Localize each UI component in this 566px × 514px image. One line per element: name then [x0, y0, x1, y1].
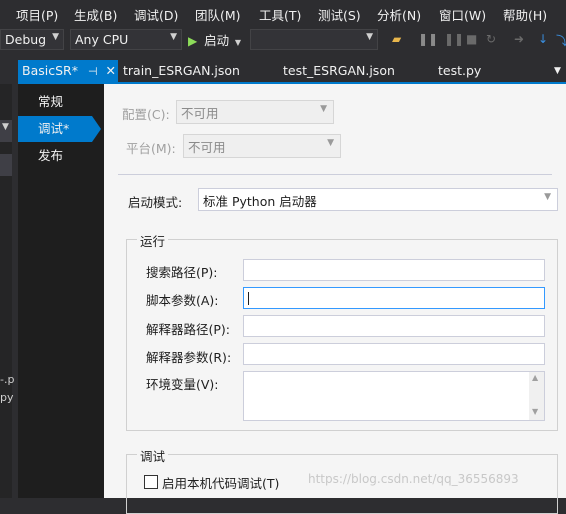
interp-path-input[interactable] — [243, 315, 545, 337]
step-into-icon[interactable]: ↓ — [538, 32, 548, 46]
target-combo[interactable]: ▼ — [250, 29, 378, 50]
tab-test-py[interactable]: test.py — [438, 60, 481, 82]
document-tab-strip: BasicSR* ⊣ ✕ train_ESRGAN.json test_ESRG… — [0, 60, 566, 82]
watermark: https://blog.csdn.net/qq_36556893 — [308, 472, 519, 486]
tab-basicsr[interactable]: BasicSR* ⊣ ✕ — [18, 60, 118, 82]
scroll-down-icon[interactable]: ▼ — [532, 407, 538, 416]
menu-help[interactable]: 帮助(H) — [503, 5, 547, 24]
menu-build[interactable]: 生成(B) — [74, 5, 117, 24]
interp-path-label: 解释器路径(P): — [146, 322, 231, 337]
script-args-label: 脚本参数(A): — [146, 293, 219, 308]
search-path-label: 搜索路径(P): — [146, 265, 218, 280]
script-args-input[interactable] — [243, 287, 545, 309]
scroll-up-icon[interactable]: ▲ — [532, 373, 538, 382]
menu-debug[interactable]: 调试(D) — [134, 5, 178, 24]
solution-platform-combo[interactable]: Any CPU ▼ — [70, 29, 182, 50]
chevron-down-icon: ▼ — [366, 32, 373, 42]
debug-group-title: 调试 — [137, 446, 169, 465]
chevron-down-icon: ▼ — [327, 138, 334, 148]
menu-bar: 项目(P) 生成(B) 调试(D) 团队(M) 工具(T) 测试(S) 分析(N… — [0, 0, 566, 26]
menu-test[interactable]: 测试(S) — [318, 5, 361, 24]
env-vars-label: 环境变量(V): — [146, 377, 219, 392]
property-nav: 常规 调试* 发布 — [18, 84, 104, 498]
chevron-down-icon: ▼ — [320, 104, 327, 114]
tab-label: train_ESRGAN.json — [123, 63, 240, 78]
tab-label: test_ESRGAN.json — [283, 63, 395, 78]
folder-icon[interactable]: ▰ — [392, 32, 401, 46]
launch-mode-label: 启动模式: — [128, 195, 183, 210]
platform-label: 平台(M): — [126, 141, 176, 156]
start-label: 启动 — [204, 33, 230, 48]
property-page-content: 配置(C): 不可用 ▼ 平台(M): 不可用 ▼ 启动模式: 标准 Pytho… — [104, 84, 566, 514]
solution-config-value: Debug — [5, 32, 47, 47]
nav-item-label: 常规 — [38, 94, 64, 109]
tree-item-fragment: py — [0, 391, 14, 404]
chevron-down-icon: ▼ — [170, 32, 177, 42]
tab-overflow-icon[interactable]: ▼ — [554, 60, 561, 82]
chevron-down-icon: ▼ — [2, 122, 9, 132]
tab-train-esrgan-json[interactable]: train_ESRGAN.json — [123, 60, 240, 82]
nav-item-general[interactable]: 常规 — [18, 89, 104, 115]
nav-item-label: 调试* — [38, 121, 70, 136]
tab-label: test.py — [438, 63, 482, 78]
search-path-input[interactable] — [243, 259, 545, 281]
chevron-down-icon: ▼ — [52, 32, 59, 42]
launch-mode-value: 标准 Python 启动器 — [203, 194, 317, 209]
start-button[interactable]: ▶ 启动 ▼ — [188, 30, 241, 50]
pause-icon[interactable]: ❚❚ — [418, 32, 438, 46]
pause-icon[interactable]: ❚❚ — [444, 32, 464, 46]
config-combo: 不可用 ▼ — [176, 100, 334, 124]
platform-value: 不可用 — [188, 140, 226, 155]
config-value: 不可用 — [181, 106, 219, 121]
menu-tools[interactable]: 工具(T) — [259, 5, 301, 24]
menu-analyze[interactable]: 分析(N) — [377, 5, 421, 24]
menu-team[interactable]: 团队(M) — [195, 5, 241, 24]
tree-row[interactable] — [0, 154, 12, 176]
config-label: 配置(C): — [122, 107, 170, 122]
pin-icon[interactable]: ⊣ — [88, 65, 98, 78]
platform-combo: 不可用 ▼ — [183, 134, 341, 158]
chevron-down-icon: ▼ — [544, 192, 551, 202]
env-vars-scrollbar[interactable]: ▲ ▼ — [529, 372, 544, 420]
tab-test-esrgan-json[interactable]: test_ESRGAN.json — [283, 60, 395, 82]
stop-icon[interactable]: ■ — [466, 32, 477, 46]
nav-selection-arrow — [92, 116, 101, 142]
interp-args-input[interactable] — [243, 343, 545, 365]
toolbar: Debug ▼ Any CPU ▼ ▶ 启动 ▼ ▼ ▰ ❚❚ ❚❚ ■ ↻ ➜… — [0, 26, 566, 54]
native-debug-checkbox[interactable] — [144, 475, 158, 489]
restart-icon[interactable]: ↻ — [486, 32, 496, 46]
arrow-right-icon[interactable]: ➜ — [514, 32, 524, 46]
env-vars-textarea[interactable]: ▲ ▼ — [243, 371, 545, 421]
menu-window[interactable]: 窗口(W) — [439, 5, 486, 24]
run-group-title: 运行 — [137, 231, 169, 250]
launch-mode-combo[interactable]: 标准 Python 启动器 ▼ — [198, 188, 558, 211]
solution-config-combo[interactable]: Debug ▼ — [0, 29, 64, 50]
step-over-icon[interactable]: ⤵ — [556, 32, 566, 49]
menu-project[interactable]: 项目(P) — [16, 5, 58, 24]
divider — [118, 174, 552, 175]
tree-item-fragment: -.p — [0, 373, 15, 386]
nav-item-publish[interactable]: 发布 — [18, 143, 104, 169]
interp-args-label: 解释器参数(R): — [146, 350, 232, 365]
nav-item-debug[interactable]: 调试* — [18, 116, 92, 142]
chevron-down-icon: ▼ — [234, 38, 242, 47]
text-caret — [248, 292, 249, 305]
tab-label: BasicSR* — [22, 63, 78, 78]
solution-platform-value: Any CPU — [75, 32, 129, 47]
close-icon[interactable]: ✕ — [106, 63, 116, 78]
native-debug-label: 启用本机代码调试(T) — [162, 476, 280, 491]
play-icon: ▶ — [188, 34, 198, 48]
nav-item-label: 发布 — [38, 148, 64, 163]
solution-explorer-edge: ▼ -.p py — [0, 84, 15, 498]
